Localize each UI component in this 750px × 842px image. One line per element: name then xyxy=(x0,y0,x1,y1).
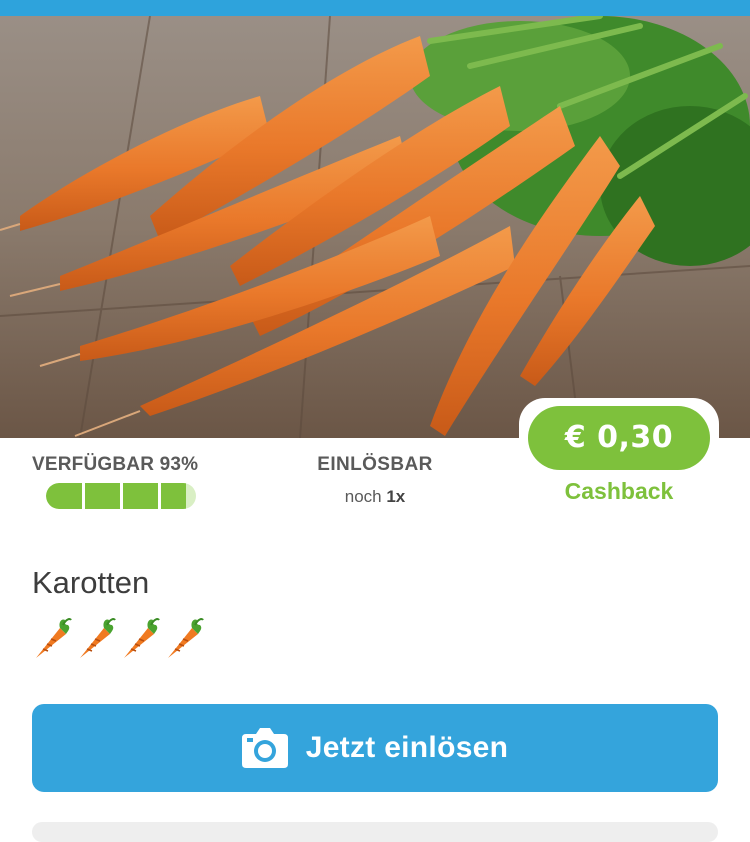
product-rating xyxy=(32,616,204,660)
redeemable-count-value: 1x xyxy=(386,487,406,506)
availability-title: VERFÜGBAR xyxy=(32,454,155,475)
redeemable-label: EINLÖSBAR xyxy=(317,454,433,475)
progress-divider xyxy=(120,483,123,509)
progress-divider xyxy=(158,483,161,509)
carrots-photo xyxy=(0,16,750,438)
carrot-icon xyxy=(32,616,72,660)
progress-divider xyxy=(82,483,85,509)
redeemable-prefix: noch xyxy=(344,487,382,506)
cashback-label: Cashback xyxy=(564,478,674,504)
carrot-icon xyxy=(120,616,160,660)
next-section-edge xyxy=(32,822,718,842)
camera-icon xyxy=(241,728,288,768)
cashback-amount: € 0,30 xyxy=(528,406,710,470)
product-title: Karotten xyxy=(32,565,150,600)
redeemable-count: noch 1x xyxy=(290,487,460,507)
redeem-button-label: Jetzt einlösen xyxy=(305,731,509,764)
product-image xyxy=(0,16,750,438)
carrot-icon xyxy=(76,616,116,660)
top-status-bar xyxy=(0,0,750,16)
availability-percent: 93% xyxy=(159,454,199,475)
availability-label: VERFÜGBAR 93% xyxy=(32,454,198,476)
redeem-now-button[interactable]: Jetzt einlösen xyxy=(32,704,718,792)
carrot-icon xyxy=(164,616,204,660)
availability-progress-fill xyxy=(46,483,186,509)
availability-progress-bar xyxy=(46,483,196,509)
